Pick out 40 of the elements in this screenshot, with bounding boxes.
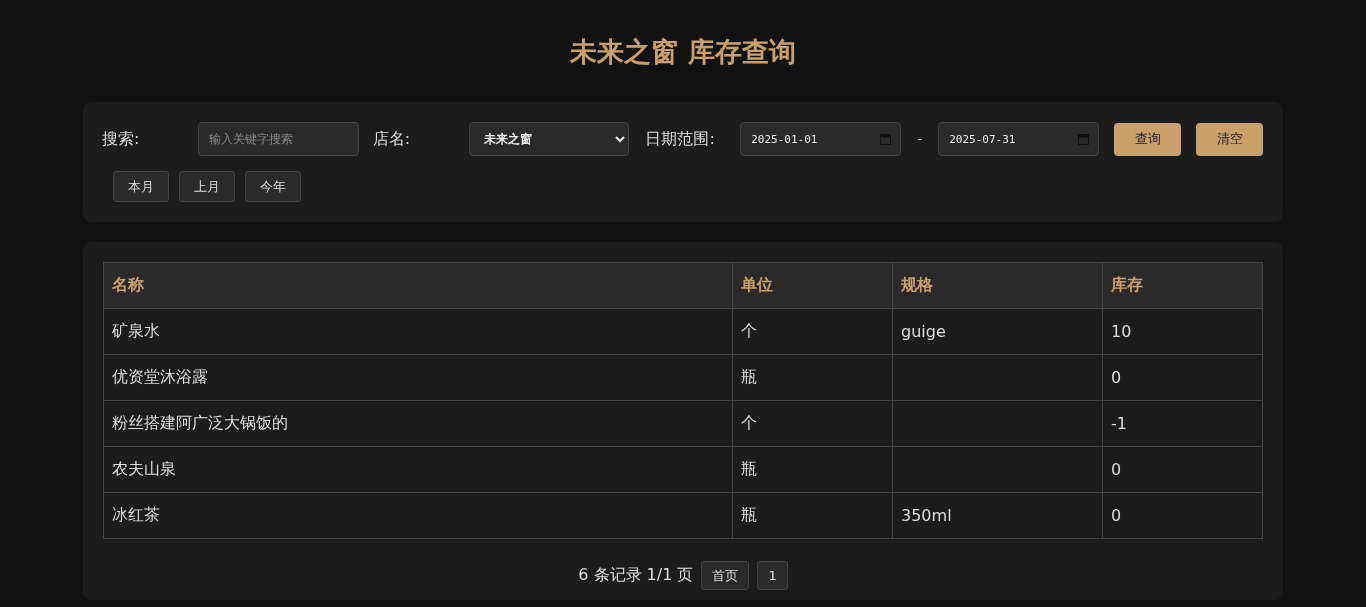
column-header: 库存: [1102, 262, 1263, 309]
query-button[interactable]: 查询: [1114, 122, 1182, 156]
page-title: 未来之窗 库存查询: [570, 35, 796, 69]
quick-range-button[interactable]: 今年: [245, 171, 301, 202]
table-cell: guige: [892, 308, 1103, 355]
table-cell: 0: [1102, 446, 1263, 493]
date-field[interactable]: 2025-07-31: [938, 122, 1100, 156]
shop-label: 店名:: [372, 128, 412, 150]
table-cell: -1: [1102, 400, 1263, 447]
table-cell: 优资堂沐浴露: [103, 354, 733, 401]
calendar-icon[interactable]: [1078, 133, 1090, 145]
date-range-label: 日期范围:: [645, 128, 716, 150]
quick-range-button[interactable]: 本月: [113, 171, 169, 202]
record-summary: 6 条记录 1/1 页: [578, 565, 694, 586]
search-field[interactable]: 输入关键字搜索: [197, 122, 359, 156]
table-cell: 个: [732, 400, 893, 447]
column-header: 名称: [103, 262, 733, 309]
page-button[interactable]: 1: [757, 561, 788, 590]
date-field[interactable]: 2025-01-01: [740, 122, 902, 156]
table-cell: 10: [1102, 308, 1263, 355]
table-cell: 0: [1102, 354, 1263, 401]
table-cell: 瓶: [732, 492, 893, 539]
first-page-button[interactable]: 首页: [701, 561, 750, 590]
column-header: 单位: [732, 262, 893, 309]
clear-button[interactable]: 清空: [1196, 122, 1263, 156]
shop-select[interactable]: 未来之窗: [468, 122, 630, 156]
table-cell: 粉丝搭建阿广泛大锅饭的: [103, 400, 733, 447]
table-cell: 350ml: [892, 492, 1103, 539]
table-cell: 瓶: [732, 354, 893, 401]
table-cell: 个: [732, 308, 893, 355]
calendar-icon[interactable]: [880, 133, 892, 145]
search-label: 搜索:: [102, 128, 141, 150]
table-cell: 矿泉水: [103, 308, 733, 355]
table-cell: 冰红茶: [103, 492, 733, 539]
quick-range-button[interactable]: 上月: [179, 171, 235, 202]
table-cell: 0: [1102, 492, 1263, 539]
table-cell: 农夫山泉: [103, 446, 733, 493]
column-header: 规格: [892, 262, 1103, 309]
date-separator: -: [916, 131, 924, 147]
table-cell: 瓶: [732, 446, 893, 493]
